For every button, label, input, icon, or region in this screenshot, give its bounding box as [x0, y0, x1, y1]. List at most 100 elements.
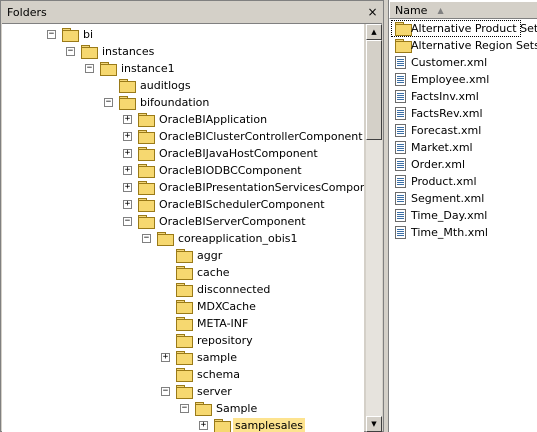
expand-icon[interactable]: + [123, 132, 132, 141]
close-icon[interactable]: × [365, 4, 380, 19]
xml-file-icon [395, 73, 406, 86]
file-list-item[interactable]: Alternative Product Sets [391, 20, 537, 37]
file-list-item-label: FactsInv.xml [411, 90, 479, 103]
scroll-up-button[interactable]: ▲ [366, 24, 382, 40]
folder-icon [176, 317, 193, 331]
tree-item-oraclebischedulercomponent[interactable]: + OracleBISchedulerComponent [2, 196, 364, 213]
xml-file-icon [395, 158, 406, 171]
file-list-item-label: Market.xml [411, 141, 473, 154]
file-list-item[interactable]: Alternative Region Sets [391, 37, 537, 54]
folder-icon [176, 334, 193, 348]
tree-item-label: OracleBIJavaHostComponent [159, 147, 318, 160]
file-list-item[interactable]: Customer.xml [391, 54, 536, 71]
expand-icon[interactable]: + [161, 353, 170, 362]
tree-item-oraclebiclustercontrollercomponent[interactable]: + OracleBIClusterControllerComponent [2, 128, 364, 145]
expand-icon[interactable]: + [199, 421, 208, 430]
tree-item-mdxcache[interactable]: MDXCache [2, 298, 364, 315]
folders-panel-header: Folders × [2, 2, 382, 24]
folder-icon [119, 79, 136, 93]
vertical-scrollbar[interactable]: ▲ ▼ [366, 24, 382, 432]
tree-item-label: OracleBIApplication [159, 113, 268, 126]
folder-icon [176, 249, 193, 263]
folder-icon [138, 164, 155, 178]
tree-item-oraclebijavahostcomponent[interactable]: + OracleBIJavaHostComponent [2, 145, 364, 162]
folder-icon [395, 39, 412, 53]
tree-item-instances[interactable]: − instances [2, 43, 364, 60]
folder-icon [214, 419, 231, 432]
tree-item-oraclebipresentationservicescomponent[interactable]: + OracleBIPresentationServicesComponent [2, 179, 364, 196]
file-list-item[interactable]: Time_Day.xml [391, 207, 536, 224]
file-list-item-label: Customer.xml [411, 56, 488, 69]
file-list-item[interactable]: Product.xml [391, 173, 536, 190]
tree-item-label: OracleBIClusterControllerComponent [159, 130, 363, 143]
tree-item-meta-inf[interactable]: META-INF [2, 315, 364, 332]
xml-file-icon [395, 141, 406, 154]
collapse-icon[interactable]: − [104, 98, 113, 107]
folder-icon [138, 130, 155, 144]
collapse-icon[interactable]: − [180, 404, 189, 413]
collapse-icon[interactable]: − [85, 64, 94, 73]
tree-item-label: bifoundation [140, 96, 210, 109]
tree-item-coreapplication-obis1[interactable]: − coreapplication_obis1 [2, 230, 364, 247]
scroll-down-button[interactable]: ▼ [366, 416, 382, 432]
tree-item-label: Sample [216, 402, 258, 415]
collapse-icon[interactable]: − [161, 387, 170, 396]
file-list-item-label: Segment.xml [411, 192, 485, 205]
folder-icon [138, 215, 155, 229]
file-list-item-label: Product.xml [411, 175, 477, 188]
folder-icon [100, 62, 117, 76]
folder-icon [195, 402, 212, 416]
tree-item-label: instance1 [121, 62, 175, 75]
tree-item-label: MDXCache [197, 300, 256, 313]
file-list-item[interactable]: Forecast.xml [391, 122, 536, 139]
expand-icon[interactable]: + [123, 183, 132, 192]
file-list-item-label: Alternative Region Sets [411, 39, 537, 52]
tree-item-repository[interactable]: repository [2, 332, 364, 349]
tree-item-bifoundation[interactable]: − bifoundation [2, 94, 364, 111]
tree-item-server[interactable]: − server [2, 383, 364, 400]
folder-icon [176, 385, 193, 399]
tree-item-sample[interactable]: + sample [2, 349, 364, 366]
tree-item-label: OracleBISchedulerComponent [159, 198, 325, 211]
file-list-item[interactable]: Order.xml [391, 156, 536, 173]
tree-item-schema[interactable]: schema [2, 366, 364, 383]
tree-item-label: coreapplication_obis1 [178, 232, 298, 245]
tree-item-samplesales[interactable]: + samplesales [2, 417, 364, 432]
tree-item-label: schema [197, 368, 240, 381]
tree-item-label: OracleBIServerComponent [159, 215, 306, 228]
folder-icon [176, 368, 193, 382]
tree-item-label: sample [197, 351, 237, 364]
tree-item-oraclebiodbccomponent[interactable]: + OracleBIODBCComponent [2, 162, 364, 179]
expand-icon[interactable]: + [123, 166, 132, 175]
file-list-item[interactable]: FactsInv.xml [391, 88, 536, 105]
tree-item-instance1[interactable]: − instance1 [2, 60, 364, 77]
file-list-item[interactable]: FactsRev.xml [391, 105, 536, 122]
name-column-header[interactable]: Name ▲ [389, 1, 537, 19]
file-list-item[interactable]: Time_Mth.xml [391, 224, 536, 241]
folder-icon [157, 232, 174, 246]
tree-item-disconnected[interactable]: disconnected [2, 281, 364, 298]
folder-tree[interactable]: − bi − instances − instance1 auditlogs − bifound… [2, 24, 364, 432]
folder-icon [81, 45, 98, 59]
file-list-item[interactable]: Market.xml [391, 139, 536, 156]
collapse-icon[interactable]: − [123, 217, 132, 226]
scroll-thumb[interactable] [366, 40, 382, 140]
collapse-icon[interactable]: − [66, 47, 75, 56]
tree-item-sample[interactable]: − Sample [2, 400, 364, 417]
tree-item-aggr[interactable]: aggr [2, 247, 364, 264]
file-list-item-label: Employee.xml [411, 73, 490, 86]
collapse-icon[interactable]: − [142, 234, 151, 243]
tree-item-bi[interactable]: − bi [2, 26, 364, 43]
xml-file-icon [395, 56, 406, 69]
file-list-item[interactable]: Employee.xml [391, 71, 536, 88]
tree-item-oraclebiservercomponent[interactable]: − OracleBIServerComponent [2, 213, 364, 230]
file-list-item[interactable]: Segment.xml [391, 190, 536, 207]
expand-icon[interactable]: + [123, 115, 132, 124]
expand-icon[interactable]: + [123, 200, 132, 209]
tree-item-cache[interactable]: cache [2, 264, 364, 281]
collapse-icon[interactable]: − [47, 30, 56, 39]
tree-item-oraclebiapplication[interactable]: + OracleBIApplication [2, 111, 364, 128]
tree-item-auditlogs[interactable]: auditlogs [2, 77, 364, 94]
folder-icon [176, 266, 193, 280]
expand-icon[interactable]: + [123, 149, 132, 158]
